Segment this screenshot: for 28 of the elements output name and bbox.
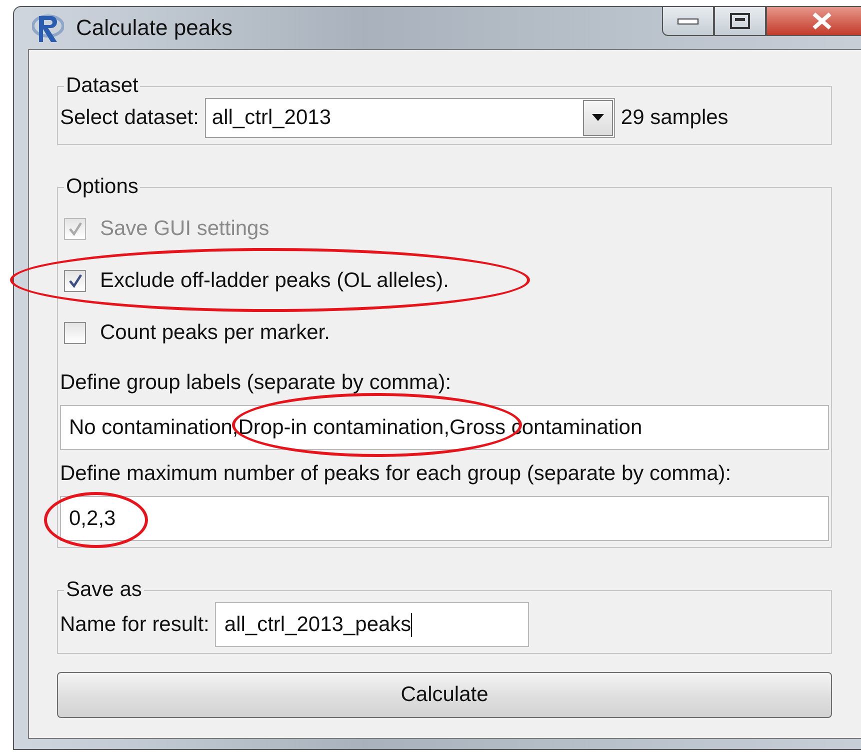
text-field[interactable]: 0,2,3 bbox=[60, 496, 829, 541]
text-field[interactable]: all_ctrl_2013_peaks bbox=[215, 602, 530, 647]
group-title: Dataset bbox=[65, 74, 140, 98]
checkbox[interactable] bbox=[64, 270, 86, 292]
checkbox-label: Count peaks per marker. bbox=[100, 321, 330, 345]
window-title: Calculate peaks bbox=[76, 15, 233, 41]
field-label: Name for result: bbox=[60, 612, 210, 636]
group-title: Save as bbox=[65, 578, 143, 602]
sample-count: 29 samples bbox=[620, 106, 728, 130]
checkbox-label: Save GUI settings bbox=[100, 217, 270, 241]
maximize-button[interactable] bbox=[714, 6, 766, 36]
field-label: Select dataset: bbox=[60, 106, 199, 130]
r-logo-icon bbox=[32, 12, 64, 44]
field-label: Define maximum number of peaks for each group (separate by comma): bbox=[60, 461, 732, 487]
close-icon bbox=[811, 11, 833, 31]
dataset-dropdown[interactable]: all_ctrl_2013 bbox=[204, 98, 615, 138]
group-title: Options bbox=[65, 175, 140, 199]
checkbox-label: Exclude off-ladder peaks (OL alleles). bbox=[100, 269, 450, 293]
dropdown-arrow-icon bbox=[592, 114, 604, 122]
checkmark-icon bbox=[67, 273, 83, 289]
close-button[interactable] bbox=[766, 6, 861, 36]
checkmark-icon bbox=[67, 221, 83, 237]
calculate-button[interactable]: Calculate bbox=[57, 672, 832, 718]
minimize-icon bbox=[677, 17, 699, 25]
maximize-icon bbox=[729, 12, 751, 30]
field-label: Define group labels (separate by comma): bbox=[60, 370, 452, 396]
checkbox[interactable] bbox=[64, 322, 86, 344]
minimize-button[interactable] bbox=[662, 6, 714, 36]
